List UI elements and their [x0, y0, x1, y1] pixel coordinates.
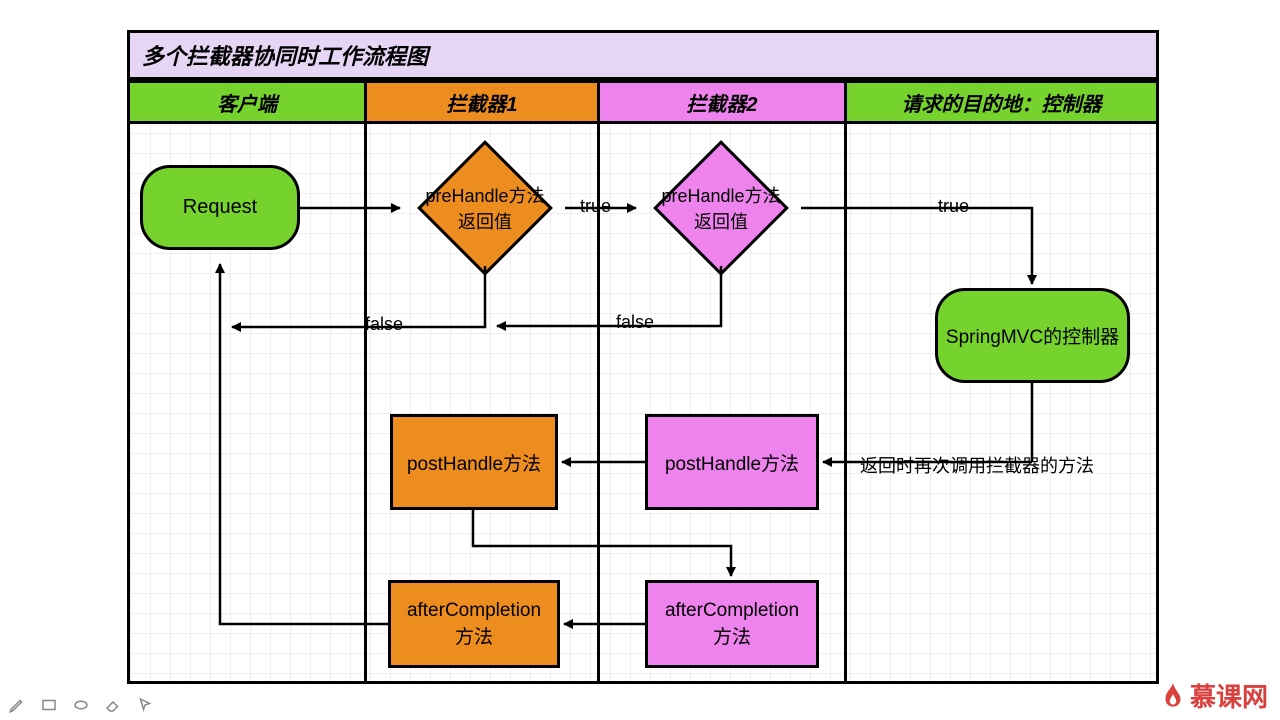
node-prehandle2-label: preHandle方法返回值 — [641, 150, 801, 266]
lane-header-interceptor2: 拦截器2 — [597, 80, 847, 124]
diagram-title-text: 多个拦截器协同时工作流程图 — [142, 39, 428, 71]
edge-label-return: 返回时再次调用拦截器的方法 — [860, 452, 1094, 478]
edge-label-false2: false — [616, 312, 654, 333]
pencil-icon[interactable] — [8, 696, 26, 714]
node-posthandle1: postHandle方法 — [390, 414, 558, 510]
lane-header-interceptor1: 拦截器1 — [364, 80, 600, 124]
lane-header-interceptor1-text: 拦截器1 — [446, 88, 517, 117]
edge-label-false1: false — [365, 314, 403, 335]
diagram-title: 多个拦截器协同时工作流程图 — [127, 30, 1159, 80]
lane-header-client-text: 客户端 — [217, 88, 277, 117]
bottom-toolbar — [8, 696, 154, 714]
lane-header-interceptor2-text: 拦截器2 — [686, 88, 757, 117]
lane-header-controller: 请求的目的地：控制器 — [844, 80, 1159, 124]
node-posthandle2: postHandle方法 — [645, 414, 819, 510]
node-prehandle1-label: preHandle方法返回值 — [405, 150, 565, 266]
rect-icon[interactable] — [40, 696, 58, 714]
diagram-canvas: 多个拦截器协同时工作流程图 客户端 拦截器1 拦截器2 请求的目的地：控制器 R… — [0, 0, 1280, 720]
lane-body-controller — [844, 121, 1159, 684]
node-request-label: Request — [183, 196, 258, 219]
lane-header-client: 客户端 — [127, 80, 367, 124]
flame-icon — [1160, 681, 1186, 711]
edge-label-true2: true — [938, 196, 969, 217]
brand-logo: 慕课网 — [1160, 677, 1268, 714]
node-prehandle1: preHandle方法返回值 — [405, 150, 565, 266]
cursor-icon[interactable] — [136, 696, 154, 714]
node-aftercompletion2: afterCompletion方法 — [645, 580, 819, 668]
ellipse-icon[interactable] — [72, 696, 90, 714]
eraser-icon[interactable] — [104, 696, 122, 714]
edge-label-true1: true — [580, 196, 611, 217]
node-request: Request — [140, 165, 300, 250]
node-aftercompletion1: afterCompletion方法 — [388, 580, 560, 668]
node-controller-label: SpringMVC的控制器 — [946, 322, 1119, 349]
node-controller: SpringMVC的控制器 — [935, 288, 1130, 383]
lane-header-controller-text: 请求的目的地：控制器 — [902, 88, 1102, 117]
node-posthandle1-label: postHandle方法 — [407, 449, 541, 476]
node-prehandle2: preHandle方法返回值 — [641, 150, 801, 266]
brand-text: 慕课网 — [1190, 677, 1268, 714]
node-posthandle2-label: postHandle方法 — [665, 449, 799, 476]
